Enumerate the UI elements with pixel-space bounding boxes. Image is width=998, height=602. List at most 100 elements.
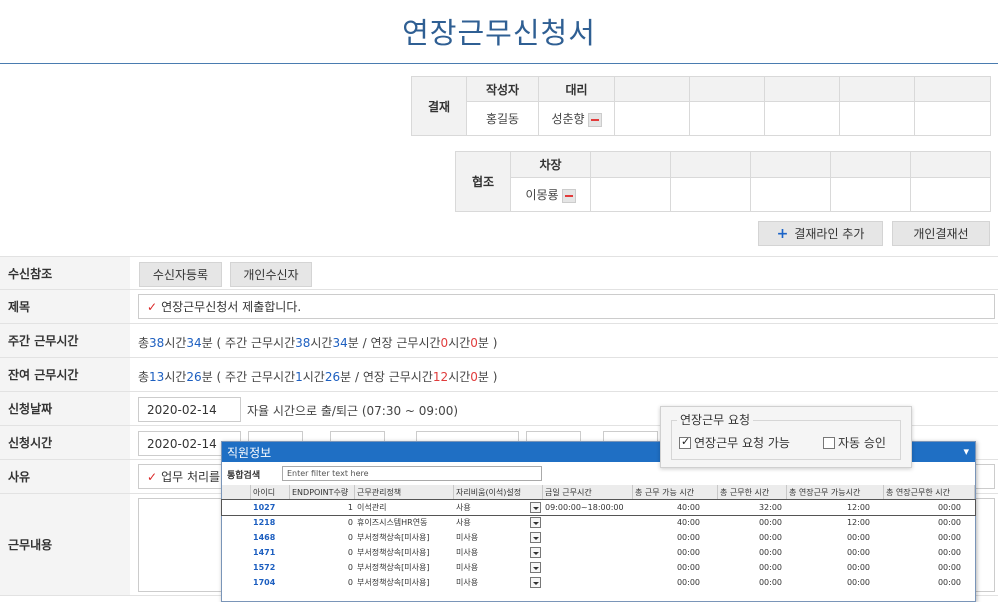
subject-value: 연장근무신청서 제출합니다. — [161, 300, 302, 314]
remove-approver-icon[interactable] — [587, 112, 602, 127]
grid-cell-avail: 40:00 — [676, 518, 700, 527]
grid-cell-today: 09:00:00~18:00:00 — [545, 503, 624, 512]
grid-cell-worked: 00:00 — [758, 578, 782, 587]
column-header[interactable]: ENDPOINT수량 — [290, 485, 355, 500]
grid-cell-policy: 휴이즈시스템HR연동 — [357, 518, 428, 527]
grid-cell-worked: 00:00 — [758, 548, 782, 557]
away-dropdown-icon[interactable] — [530, 547, 541, 558]
grid-cell-today — [543, 530, 633, 545]
overtime-allowed-checkbox[interactable] — [679, 435, 691, 449]
grid-cell-avail: 40:00 — [676, 503, 700, 512]
away-dropdown-icon[interactable] — [530, 532, 541, 543]
subject-input[interactable]: ✓ 연장근무신청서 제출합니다. — [138, 294, 995, 319]
grid-cell-ot-avail: 00:00 — [846, 578, 870, 587]
cooperation-name-empty — [750, 177, 831, 212]
auto-approve-label: 자동 승인 — [838, 436, 886, 450]
cooperation-name-empty — [670, 177, 751, 212]
away-dropdown-icon[interactable] — [530, 502, 541, 513]
grid-cell-policy: 이석관리 — [357, 503, 387, 512]
column-header[interactable]: 총 연장근무한 시간 — [884, 485, 975, 500]
column-header[interactable]: 근무관리정책 — [355, 485, 454, 500]
remaining-hours-label: 잔여 근무시간 — [0, 358, 130, 391]
remain-regular-hours: 1 — [295, 369, 303, 384]
grid-cell-ot-worked: 00:00 — [937, 518, 961, 527]
auto-approve-option[interactable]: 자동 승인 — [823, 434, 886, 451]
reason-value: 업무 처리를 — [161, 470, 221, 484]
approval-header-empty — [839, 76, 915, 102]
grid-cell-away: 미사용 — [456, 548, 479, 557]
table-row[interactable]: 1471 0 부서정책상속[미사용] 미사용 00:00 00:00 00:00 00:00 — [222, 545, 975, 560]
column-header[interactable]: 총 근무한 시간 — [718, 485, 787, 500]
weekly-hours-value: 총 38 시간 34 분 ( 주간 근무시간 38 시간 34 분 / 연장 근무시간 … — [138, 334, 497, 351]
filter-label: 통합검색 — [227, 471, 261, 481]
request-date-input[interactable]: 2020-02-14 — [138, 397, 241, 422]
overtime-allowed-option[interactable]: 연장근무 요청 가능 — [679, 434, 790, 451]
weekly-hours-row: 주간 근무시간 총 38 시간 34 분 ( 주간 근무시간 38 시간 34 분 / … — [0, 324, 998, 358]
grid-cell-away: 사용 — [456, 503, 471, 512]
grid-cell-ep: 1 — [347, 503, 353, 512]
table-row[interactable]: 1572 0 부서정책상속[미사용] 미사용 00:00 00:00 00:00 00:00 — [222, 560, 975, 575]
cooperation-name-empty — [590, 177, 671, 212]
approval-name-deputy: 성춘향 — [538, 101, 615, 136]
grid-cell-ot-avail: 12:00 — [846, 518, 870, 527]
approval-header-empty — [689, 76, 765, 102]
auto-approve-checkbox[interactable] — [823, 436, 835, 449]
table-row[interactable]: 1218 0 휴이즈시스템HR연동 사용 40:00 00:00 12:00 00:00 — [222, 515, 975, 530]
grid-cell-ot-avail: 12:00 — [846, 503, 870, 512]
approval-header-deputy: 대리 — [538, 76, 615, 102]
grid-cell-away: 미사용 — [456, 533, 479, 542]
remain-text: 시간 — [164, 370, 187, 384]
filter-input[interactable]: Enter filter text here — [282, 466, 542, 481]
subject-row: 제목 ✓ 연장근무신청서 제출합니다. — [0, 290, 998, 324]
column-header[interactable]: 자리비움(이석)설정 — [454, 485, 543, 500]
personal-receiver-button[interactable]: 개인수신자 — [230, 262, 312, 287]
table-row[interactable]: 1027 1 이석관리 사용 09:00:00~18:00:00 40:00 32:00 12… — [221, 499, 976, 516]
cooperation-header-empty — [750, 151, 831, 178]
grid-cell-today — [543, 545, 633, 560]
grid-cell-policy: 부서정책상속[미사용] — [357, 578, 430, 587]
weekly-overtime-minutes: 0 — [470, 335, 478, 350]
approval-name-empty — [764, 101, 840, 136]
remove-cooperator-icon[interactable] — [561, 188, 576, 203]
away-dropdown-icon[interactable] — [530, 577, 541, 588]
column-header[interactable]: 총 근무 가능 시간 — [633, 485, 718, 500]
weekly-text: 시간 — [310, 336, 333, 350]
cooperation-name-manager: 이몽룡 — [510, 177, 591, 212]
overtime-request-legend: 연장근무 요청 — [677, 411, 754, 428]
pin-icon[interactable]: ▾ — [963, 445, 969, 458]
cooperation-name-empty — [910, 177, 991, 212]
weekly-text: 분 / 연장 근무시간 — [347, 336, 441, 350]
remain-text: 분 ( 주간 근무시간 — [201, 370, 296, 384]
weekly-text: 분 ( 주간 근무시간 — [201, 336, 296, 350]
grid-cell-away: 미사용 — [456, 578, 479, 587]
add-approval-line-button[interactable]: + 결재라인 추가 — [758, 221, 883, 246]
personal-approval-line-button[interactable]: 개인결재선 — [892, 221, 990, 246]
grid-header-row: 아이디 ENDPOINT수량 근무관리정책 자리비움(이석)설정 금일 근무시간… — [222, 485, 975, 500]
overtime-allowed-label: 연장근무 요청 가능 — [694, 436, 790, 450]
receiver-register-button[interactable]: 수신자등록 — [139, 262, 222, 287]
column-header[interactable]: 총 연장근무 가능시간 — [787, 485, 884, 500]
approval-header-author: 작성자 — [466, 76, 539, 102]
plus-icon: + — [776, 225, 789, 242]
grid-cell-worked: 32:00 — [758, 503, 782, 512]
grid-cell-today — [543, 560, 633, 575]
grid-cell-worked: 00:00 — [758, 563, 782, 572]
subject-label: 제목 — [0, 290, 130, 323]
weekly-text: 총 — [138, 336, 150, 350]
checkmark-icon: ✓ — [147, 299, 158, 314]
column-header[interactable]: 금일 근무시간 — [543, 485, 633, 500]
cooperation-header-empty — [590, 151, 671, 178]
column-header[interactable]: 아이디 — [251, 485, 290, 500]
away-dropdown-icon[interactable] — [530, 562, 541, 573]
reason-label: 사유 — [0, 460, 130, 493]
add-approval-line-label: 결재라인 추가 — [794, 227, 865, 241]
table-row[interactable]: 1468 0 부서정책상속[미사용] 미사용 00:00 00:00 00:00 00:00 — [222, 530, 975, 545]
grid-cell-ep: 0 — [347, 578, 353, 587]
table-row[interactable]: 1704 0 부서정책상속[미사용] 미사용 00:00 00:00 00:00 00:00 — [222, 575, 975, 590]
grid-cell-ot-worked: 00:00 — [937, 503, 961, 512]
grid-cell-avail: 00:00 — [676, 578, 700, 587]
cooperation-name-empty — [830, 177, 911, 212]
grid-cell-policy: 부서정책상속[미사용] — [357, 533, 430, 542]
away-dropdown-icon[interactable] — [530, 517, 541, 528]
grid-cell-id: 1572 — [253, 563, 276, 572]
